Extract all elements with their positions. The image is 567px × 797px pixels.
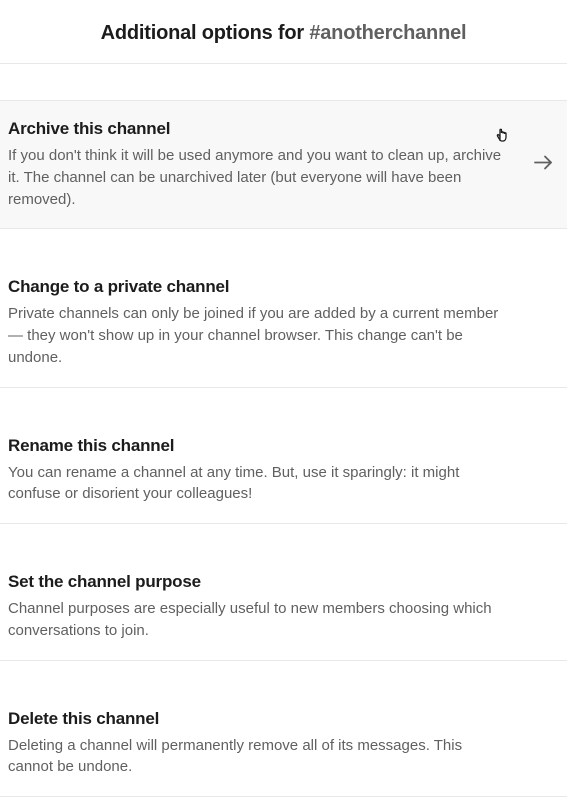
option-description: Private channels can only be joined if y… (8, 303, 507, 368)
dialog-header: Additional options for #anotherchannel (0, 0, 567, 64)
option-description: If you don't think it will be used anymo… (8, 145, 507, 210)
option-description: You can rename a channel at any time. Bu… (8, 462, 507, 506)
option-title: Delete this channel (8, 709, 507, 729)
page-title: Additional options for #anotherchannel (20, 22, 547, 45)
option-title: Archive this channel (8, 119, 507, 139)
title-prefix: Additional options for (101, 22, 310, 44)
arrow-right-icon (531, 150, 555, 179)
option-archive-channel[interactable]: Archive this channel If you don't think … (0, 100, 567, 229)
options-list: Archive this channel If you don't think … (0, 64, 567, 797)
option-title: Change to a private channel (8, 277, 507, 297)
option-delete-channel[interactable]: Delete this channel Deleting a channel w… (0, 691, 567, 797)
option-private-channel[interactable]: Change to a private channel Private chan… (0, 259, 567, 387)
channel-name: #anotherchannel (309, 22, 466, 44)
option-description: Channel purposes are especially useful t… (8, 598, 507, 642)
option-rename-channel[interactable]: Rename this channel You can rename a cha… (0, 418, 567, 525)
option-title: Set the channel purpose (8, 572, 507, 592)
option-description: Deleting a channel will permanently remo… (8, 735, 507, 779)
option-channel-purpose[interactable]: Set the channel purpose Channel purposes… (0, 554, 567, 661)
option-title: Rename this channel (8, 436, 507, 456)
